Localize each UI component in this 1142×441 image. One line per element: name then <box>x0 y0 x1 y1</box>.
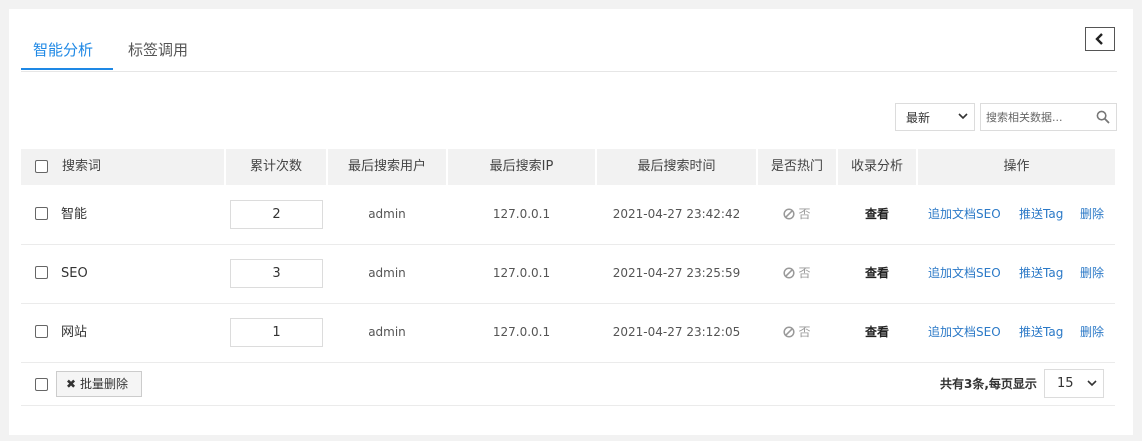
tab-smart-analysis[interactable]: 智能分析 <box>33 39 93 60</box>
table-row: SEO 3 admin 127.0.0.1 2021-04-27 23:25:5… <box>21 244 1115 304</box>
header-keyword: 搜索词 <box>62 159 102 174</box>
row-keyword: 智能 <box>61 207 88 222</box>
row-hot-status: 否 <box>758 185 836 244</box>
header-last-ip: 最后搜索IP <box>489 159 554 174</box>
view-index-button[interactable]: 查看 <box>838 303 916 362</box>
count-input[interactable]: 2 <box>230 200 323 229</box>
sort-select-value: 最新 <box>906 110 931 125</box>
search-input[interactable] <box>981 104 1094 130</box>
chevron-left-icon <box>1095 33 1103 45</box>
row-user: admin <box>368 325 406 339</box>
main-panel: 智能分析 标签调用 最新 搜索词 累计次数 最后搜索用户 最后搜索IP 最后搜索… <box>9 9 1133 435</box>
row-ip: 127.0.0.1 <box>492 207 551 221</box>
select-all-checkbox[interactable] <box>35 160 48 173</box>
header-hot: 是否热门 <box>770 159 823 174</box>
delete-link[interactable]: 删除 <box>1080 185 1104 244</box>
push-tag-link[interactable]: 推送Tag <box>1019 185 1063 244</box>
search-box <box>980 103 1117 131</box>
batch-delete-label: 批量删除 <box>80 377 129 391</box>
tab-tag-call[interactable]: 标签调用 <box>128 39 188 60</box>
tab-bar: 智能分析 标签调用 <box>21 33 1117 72</box>
table-footer: ✖ 批量删除 共有3条,每页显示 15 <box>21 364 1115 406</box>
active-tab-indicator <box>21 68 113 70</box>
row-hot-label: 否 <box>798 325 811 339</box>
table-row: 网站 1 admin 127.0.0.1 2021-04-27 23:12:05… <box>21 303 1115 363</box>
total-count-text: 共有3条,每页显示 <box>940 377 1037 391</box>
header-last-time: 最后搜索时间 <box>637 159 716 174</box>
header-operations: 操作 <box>1003 159 1030 174</box>
row-time: 2021-04-27 23:12:05 <box>612 325 741 339</box>
delete-link[interactable]: 删除 <box>1080 244 1104 303</box>
footer-select-all-checkbox[interactable] <box>35 378 48 391</box>
row-hot-status: 否 <box>758 244 836 303</box>
table-header: 搜索词 累计次数 最后搜索用户 最后搜索IP 最后搜索时间 是否热门 收录分析 … <box>21 149 1115 185</box>
chevron-down-icon <box>958 113 968 120</box>
row-hot-label: 否 <box>798 266 811 280</box>
header-last-user: 最后搜索用户 <box>347 159 426 174</box>
row-checkbox[interactable] <box>35 325 48 338</box>
ban-icon <box>783 326 796 338</box>
table-row: 智能 2 admin 127.0.0.1 2021-04-27 23:42:42… <box>21 185 1115 245</box>
row-keyword: 网站 <box>61 325 88 340</box>
row-user: admin <box>368 207 406 221</box>
append-seo-link[interactable]: 追加文档SEO <box>928 303 1001 362</box>
view-index-button[interactable]: 查看 <box>838 185 916 244</box>
count-input[interactable]: 1 <box>230 318 323 347</box>
header-index-analysis: 收录分析 <box>850 159 903 174</box>
append-seo-link[interactable]: 追加文档SEO <box>928 185 1001 244</box>
header-count: 累计次数 <box>249 159 302 174</box>
search-icon[interactable] <box>1096 110 1110 124</box>
sort-select[interactable]: 最新 <box>895 103 975 131</box>
ban-icon <box>783 267 796 279</box>
close-icon: ✖ <box>66 377 77 391</box>
append-seo-link[interactable]: 追加文档SEO <box>928 244 1001 303</box>
row-time: 2021-04-27 23:25:59 <box>612 266 741 280</box>
view-index-button[interactable]: 查看 <box>838 244 916 303</box>
row-user: admin <box>368 266 406 280</box>
delete-link[interactable]: 删除 <box>1080 303 1104 362</box>
batch-delete-button[interactable]: ✖ 批量删除 <box>56 371 142 397</box>
chevron-down-icon <box>1087 380 1097 387</box>
collapse-button[interactable] <box>1085 27 1115 51</box>
row-ip: 127.0.0.1 <box>492 325 551 339</box>
push-tag-link[interactable]: 推送Tag <box>1019 244 1063 303</box>
push-tag-link[interactable]: 推送Tag <box>1019 303 1063 362</box>
page-size-value: 15 <box>1057 376 1074 391</box>
row-checkbox[interactable] <box>35 266 48 279</box>
row-ip: 127.0.0.1 <box>492 266 551 280</box>
row-keyword: SEO <box>61 266 88 281</box>
count-input[interactable]: 3 <box>230 259 323 288</box>
ban-icon <box>783 208 796 220</box>
row-hot-status: 否 <box>758 303 836 362</box>
row-checkbox[interactable] <box>35 207 48 220</box>
row-hot-label: 否 <box>798 207 811 221</box>
page-size-select[interactable]: 15 <box>1044 369 1104 398</box>
row-time: 2021-04-27 23:42:42 <box>612 207 741 221</box>
